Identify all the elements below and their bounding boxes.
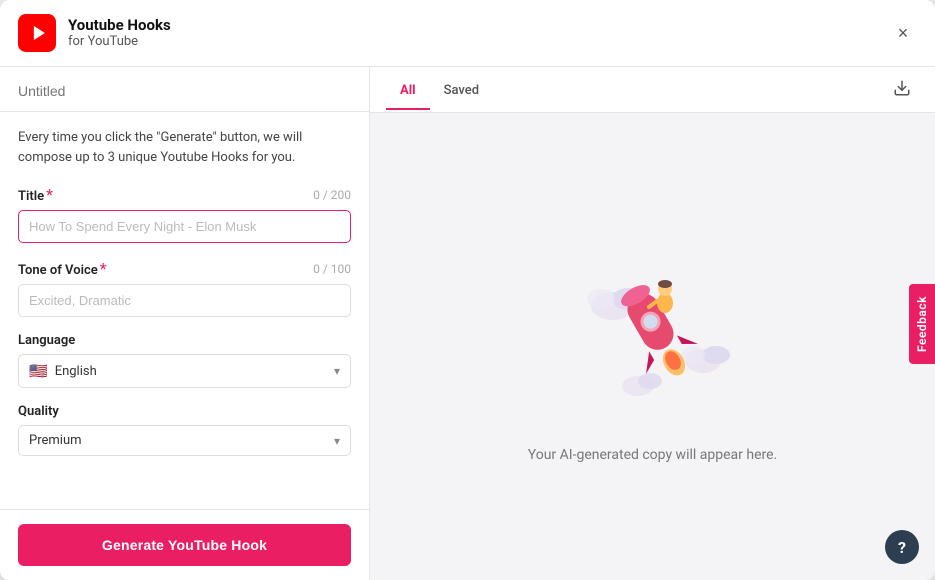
language-select-wrapper[interactable]: 🇺🇸 English ▾ English: [18, 354, 351, 388]
title-char-count: 0 / 200: [313, 188, 351, 202]
app-subtitle: for YouTube: [68, 34, 171, 50]
app-title: Youtube Hooks: [68, 16, 171, 34]
generate-button[interactable]: Generate YouTube Hook: [18, 524, 351, 566]
quality-select-wrapper[interactable]: Premium ▾ Premium: [18, 425, 351, 456]
quality-label-row: Quality: [18, 404, 351, 419]
empty-illustration: [553, 231, 753, 431]
app-window: Youtube Hooks for YouTube × Every time y…: [0, 0, 935, 580]
left-panel-footer: Generate YouTube Hook: [0, 509, 369, 580]
tone-label: Tone of Voice*: [18, 259, 107, 278]
tone-char-count: 0 / 100: [313, 262, 351, 276]
quality-form-group: Quality Premium ▾ Premium: [18, 404, 351, 456]
left-panel-top: [0, 67, 369, 112]
language-label-row: Language: [18, 333, 351, 348]
quality-label: Quality: [18, 404, 59, 419]
left-panel: Every time you click the "Generate" butt…: [0, 67, 370, 580]
tabs-bar: All Saved: [370, 67, 935, 113]
document-title-input[interactable]: [18, 83, 351, 111]
language-form-group: Language 🇺🇸 English ▾ English: [18, 333, 351, 388]
header: Youtube Hooks for YouTube ×: [0, 0, 935, 67]
feedback-button[interactable]: Feedback: [909, 284, 935, 364]
tab-all[interactable]: All: [386, 71, 430, 110]
tone-form-group: Tone of Voice* 0 / 100: [18, 259, 351, 317]
right-panel-content: Your AI-generated copy will appear here.: [370, 113, 935, 580]
download-button[interactable]: [885, 73, 919, 107]
right-panel: All Saved: [370, 67, 935, 580]
left-panel-body: Every time you click the "Generate" butt…: [0, 112, 369, 509]
title-label-row: Title* 0 / 200: [18, 185, 351, 204]
header-text: Youtube Hooks for YouTube: [68, 16, 171, 50]
youtube-logo: [18, 14, 56, 52]
language-label: Language: [18, 333, 75, 348]
help-button[interactable]: ?: [885, 530, 919, 564]
tone-label-row: Tone of Voice* 0 / 100: [18, 259, 351, 278]
empty-state-text: Your AI-generated copy will appear here.: [528, 447, 777, 463]
tab-saved[interactable]: Saved: [430, 71, 493, 110]
close-button[interactable]: ×: [889, 19, 917, 47]
tone-input[interactable]: [18, 284, 351, 317]
title-label: Title*: [18, 185, 53, 204]
description-text: Every time you click the "Generate" butt…: [18, 128, 351, 167]
title-form-group: Title* 0 / 200: [18, 185, 351, 243]
main-area: Every time you click the "Generate" butt…: [0, 67, 935, 580]
title-input[interactable]: [18, 210, 351, 243]
